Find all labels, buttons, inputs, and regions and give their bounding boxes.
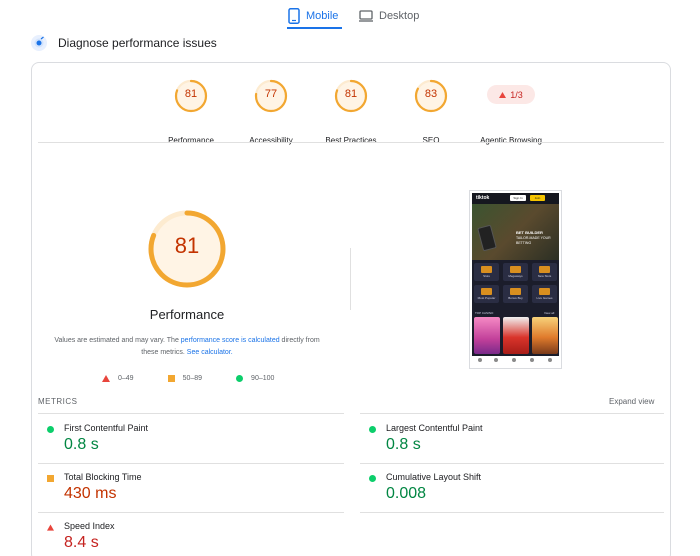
legend-fail-label: 0–49 bbox=[118, 374, 134, 382]
screenshot-content: tiktok Sign In Join BET BUILDER TAILOR-M… bbox=[472, 193, 559, 366]
divider bbox=[38, 142, 664, 143]
screenshot-tile-label: Most Popular bbox=[477, 296, 496, 300]
metric-label: Largest Contentful Paint bbox=[386, 423, 483, 433]
divider bbox=[360, 512, 664, 513]
tab-mobile-label: Mobile bbox=[306, 10, 339, 22]
performance-score-link[interactable]: performance score is calculated bbox=[181, 337, 280, 344]
main-performance-gauge: 81 bbox=[147, 209, 227, 289]
screenshot-section-title: TOP CASINO bbox=[475, 311, 494, 315]
screenshot-hero-text: BET BUILDER TAILOR-MADE YOUR BETTING bbox=[516, 230, 556, 246]
tab-desktop[interactable]: Desktop bbox=[359, 4, 419, 28]
metric-value: 8.4 s bbox=[64, 534, 99, 551]
screenshot-signin: Sign In bbox=[510, 195, 526, 201]
screenshot-hero-line1: BET BUILDER bbox=[516, 230, 543, 235]
divider bbox=[360, 463, 664, 464]
screenshot-topbar: tiktok Sign In Join bbox=[472, 193, 559, 204]
calculator-link[interactable]: See calculator. bbox=[187, 349, 233, 356]
metrics-header: METRICS bbox=[38, 397, 78, 406]
fail-triangle-icon bbox=[499, 91, 507, 98]
legend-fail: 0–49 bbox=[102, 374, 134, 382]
screenshot-section-link: View all bbox=[544, 311, 555, 315]
screenshot-tile-label: Live Games bbox=[536, 296, 553, 300]
legend-average: 50–89 bbox=[167, 374, 203, 382]
main-performance-score: 81 bbox=[174, 233, 200, 258]
screenshot-tile: New Slots bbox=[532, 263, 557, 281]
screenshot-hero-line2: TAILOR-MADE YOUR BETTING bbox=[516, 236, 551, 245]
screenshot-join: Join bbox=[530, 195, 545, 201]
screenshot-bottom-nav bbox=[472, 356, 559, 366]
fail-triangle-icon bbox=[47, 524, 54, 531]
divider bbox=[360, 413, 664, 414]
screenshot-tile: Live Games bbox=[532, 285, 557, 303]
note-text-1: Values are estimated and may vary. The bbox=[54, 337, 181, 344]
screenshot-game-thumb bbox=[503, 317, 529, 354]
legend-pass-label: 90–100 bbox=[251, 374, 275, 382]
pass-circle-icon bbox=[369, 426, 376, 433]
screenshot-tile-label: New Slots bbox=[537, 274, 552, 278]
diagnose-icon bbox=[31, 35, 47, 51]
divider bbox=[38, 463, 344, 464]
metric-speed-index: Speed Index 8.4 s bbox=[38, 521, 328, 556]
screenshot-logo: tiktok bbox=[476, 195, 490, 201]
screenshot-tile: Most Popular bbox=[474, 285, 499, 303]
metric-label: Total Blocking Time bbox=[64, 472, 142, 482]
desktop-icon bbox=[359, 10, 373, 22]
metric-label: First Contentful Paint bbox=[64, 423, 149, 433]
page-screenshot[interactable]: tiktok Sign In Join BET BUILDER TAILOR-M… bbox=[469, 190, 562, 369]
metric-value: 430 ms bbox=[64, 485, 117, 502]
screenshot-hero: BET BUILDER TAILOR-MADE YOUR BETTING bbox=[472, 204, 559, 260]
screenshot-game-thumb bbox=[532, 317, 558, 354]
screenshot-tile-label: Slots bbox=[483, 274, 490, 278]
diagnose-header: Diagnose performance issues bbox=[30, 34, 217, 52]
pass-circle-icon bbox=[369, 475, 376, 482]
fail-triangle-icon bbox=[102, 374, 110, 382]
report-card: 81 Performance 77 Accessibility 81 Best … bbox=[31, 62, 671, 556]
divider bbox=[38, 413, 344, 414]
divider bbox=[38, 512, 344, 513]
screenshot-game-thumb bbox=[474, 317, 500, 354]
device-tabs: Mobile Desktop bbox=[0, 0, 700, 32]
agentic-browsing-badge: 1/3 bbox=[487, 85, 535, 104]
screenshot-tile: Slots bbox=[474, 263, 499, 281]
estimate-note: Values are estimated and may vary. The p… bbox=[46, 335, 328, 359]
screenshot-tile: Bonus Buy bbox=[503, 285, 528, 303]
vertical-divider bbox=[350, 248, 351, 310]
category-agentic-browsing[interactable]: 1/3 Agentic Browsing bbox=[456, 79, 566, 145]
agentic-browsing-score: 1/3 bbox=[510, 89, 523, 100]
metric-value: 0.8 s bbox=[386, 436, 421, 453]
phone-icon bbox=[288, 8, 300, 24]
agentic-browsing-label: Agentic Browsing bbox=[480, 136, 542, 145]
metric-label: Speed Index bbox=[64, 521, 115, 531]
tab-desktop-label: Desktop bbox=[379, 10, 420, 22]
average-square-icon bbox=[167, 374, 175, 382]
diagnose-title: Diagnose performance issues bbox=[58, 36, 217, 50]
screenshot-tile-label: Bonus Buy bbox=[508, 296, 523, 300]
main-performance-title: Performance bbox=[149, 307, 225, 322]
screenshot-tile: Megaways bbox=[503, 263, 528, 281]
metric-value: 0.008 bbox=[386, 485, 427, 502]
legend-average-label: 50–89 bbox=[182, 374, 203, 382]
pass-circle-icon bbox=[47, 426, 54, 433]
screenshot-phone-graphic bbox=[477, 224, 497, 252]
score-legend: 0–49 50–89 90–100 bbox=[102, 372, 308, 384]
legend-pass: 90–100 bbox=[236, 374, 275, 382]
pass-circle-icon bbox=[236, 374, 244, 382]
metric-label: Cumulative Layout Shift bbox=[386, 472, 482, 482]
active-tab-indicator bbox=[287, 27, 342, 29]
metric-value: 0.8 s bbox=[64, 436, 99, 453]
tab-mobile[interactable]: Mobile bbox=[288, 4, 338, 28]
expand-view-button[interactable]: Expand view bbox=[609, 397, 654, 406]
screenshot-tile-label: Megaways bbox=[508, 274, 523, 278]
average-square-icon bbox=[47, 475, 54, 482]
